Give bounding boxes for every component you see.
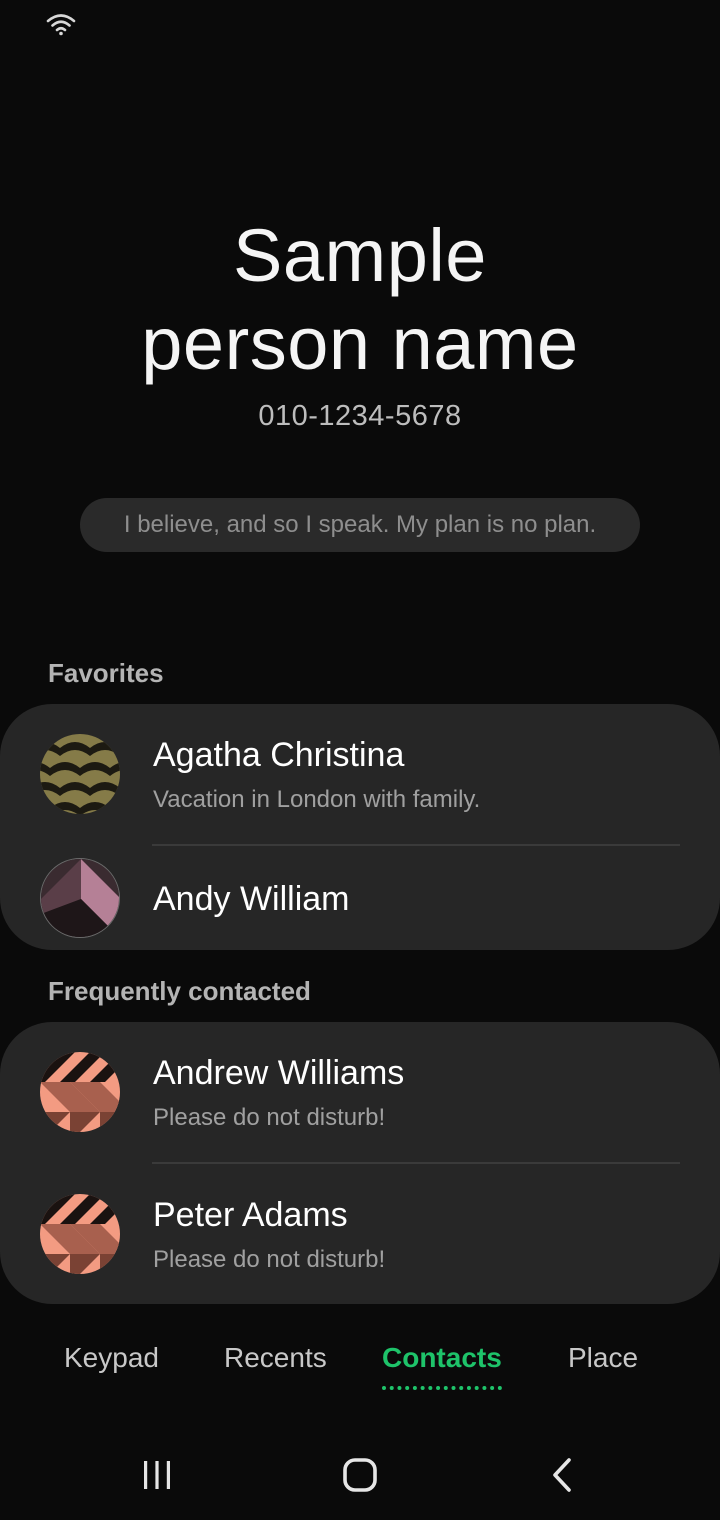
- contact-name: Peter Adams: [153, 1196, 348, 1234]
- profile-name-line-1: Sample: [233, 214, 487, 297]
- frequent-title: Frequently contacted: [48, 976, 311, 1006]
- contact-row-andrew[interactable]: Andrew Williams Please do not disturb!: [0, 1022, 720, 1164]
- frequent-card: Andrew Williams Please do not disturb! P…: [0, 1022, 720, 1304]
- tab-contacts[interactable]: Contacts: [382, 1342, 502, 1390]
- contact-name: Agatha Christina: [153, 736, 405, 774]
- tab-contacts-label: Contacts: [382, 1342, 502, 1373]
- status-message-pill[interactable]: I believe, and so I speak. My plan is no…: [80, 498, 640, 552]
- active-tab-indicator: [382, 1386, 502, 1394]
- favorites-card: Agatha Christina Vacation in London with…: [0, 704, 720, 950]
- avatar: [40, 858, 120, 938]
- profile-name-line-2: person name: [141, 302, 579, 385]
- favorites-title: Favorites: [48, 658, 164, 688]
- avatar: [40, 734, 120, 814]
- contact-status: Please do not disturb!: [153, 1104, 386, 1131]
- home-icon[interactable]: [335, 1450, 385, 1500]
- tab-keypad[interactable]: Keypad: [64, 1342, 159, 1374]
- profile-phone: 010-1234-5678: [258, 400, 462, 432]
- contact-name: Andy William: [153, 880, 350, 918]
- tab-recents[interactable]: Recents: [224, 1342, 327, 1374]
- contact-row-andy[interactable]: Andy William: [0, 846, 720, 950]
- contact-row-agatha[interactable]: Agatha Christina Vacation in London with…: [0, 704, 720, 846]
- contact-row-peter[interactable]: Peter Adams Please do not disturb!: [0, 1164, 720, 1304]
- contact-status: Please do not disturb!: [153, 1246, 386, 1273]
- back-icon[interactable]: [538, 1450, 588, 1500]
- bottom-tab-bar: Keypad Recents Contacts Place: [0, 1330, 720, 1400]
- status-bar: [0, 0, 720, 48]
- contact-name: Andrew Williams: [153, 1054, 405, 1092]
- avatar: [40, 1194, 120, 1274]
- avatar: [40, 1052, 120, 1132]
- tab-place[interactable]: Place: [568, 1342, 638, 1374]
- recent-apps-icon[interactable]: [132, 1450, 182, 1500]
- profile-name: Sample person name: [0, 212, 720, 388]
- contact-status: Vacation in London with family.: [153, 786, 481, 813]
- profile-header: Sample person name 010-1234-5678: [0, 212, 720, 433]
- system-nav-bar: [0, 1430, 720, 1520]
- wifi-icon: [46, 14, 76, 36]
